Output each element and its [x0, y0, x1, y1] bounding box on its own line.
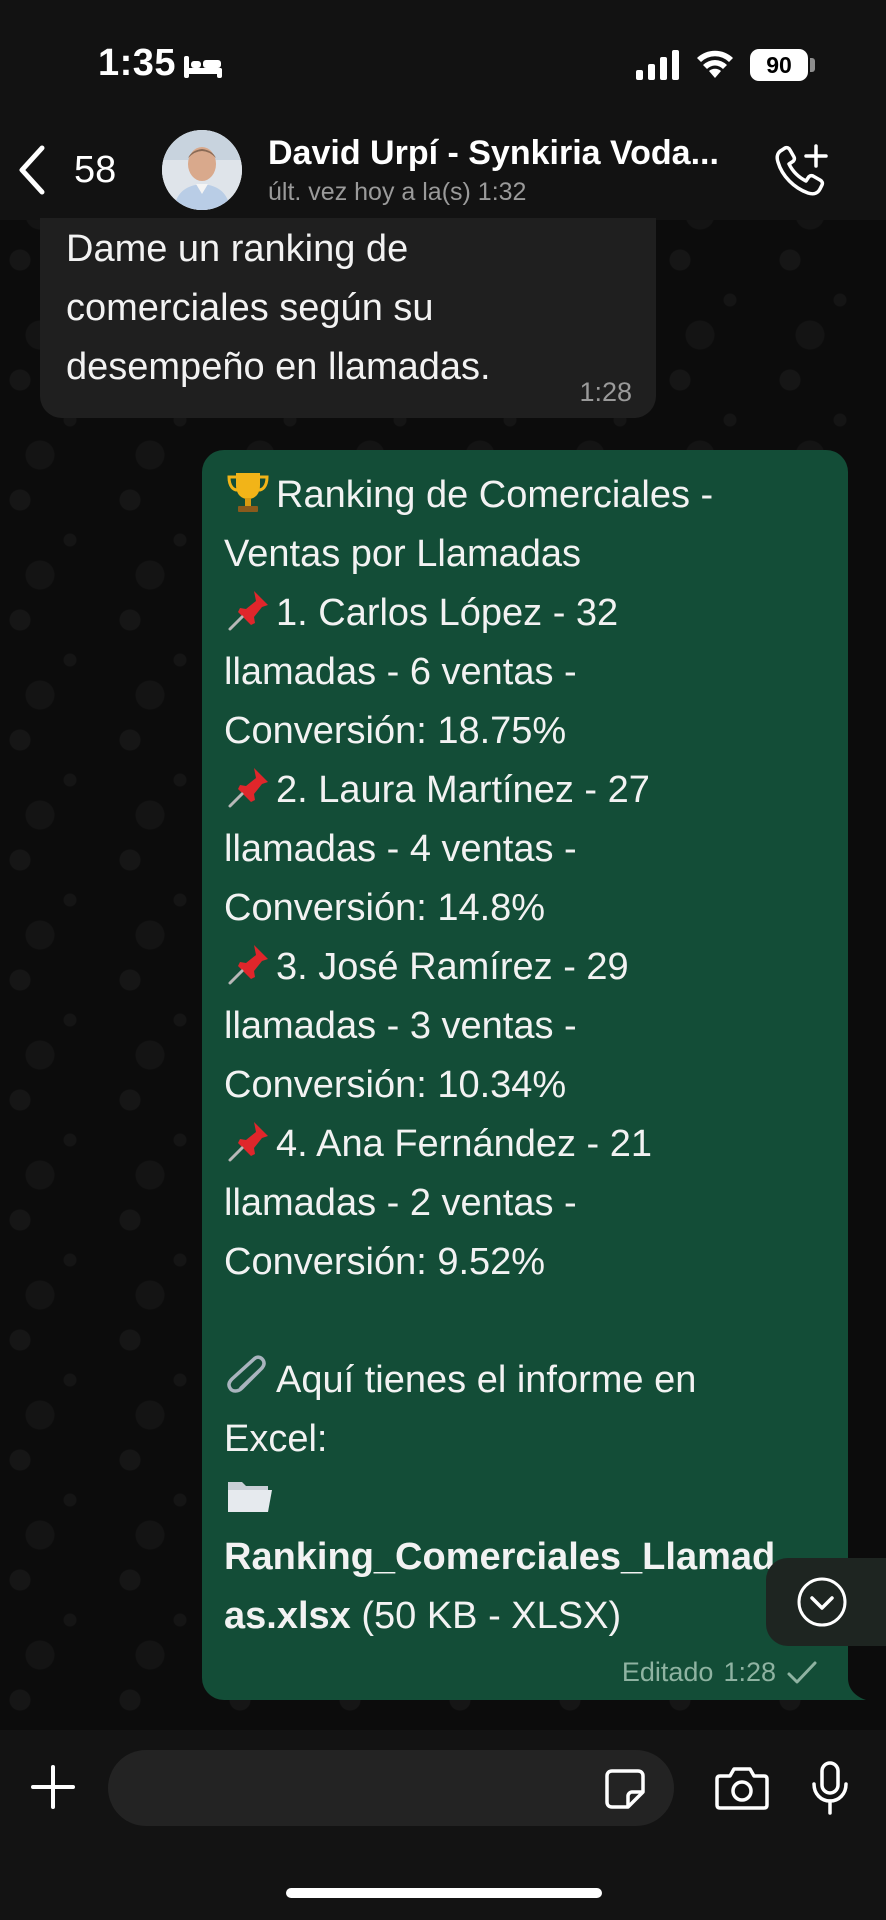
message-time: 1:28 [723, 1657, 776, 1687]
pushpin-icon [228, 1122, 268, 1162]
message-line: as.xlsx (50 KB - XLSX) [224, 1587, 826, 1646]
folder-icon [228, 1482, 272, 1512]
message-line: llamadas - 2 ventas - [224, 1174, 826, 1233]
file-info: (50 KB - XLSX) [350, 1595, 622, 1637]
message-line-text: 4. Ana Fernández - 21 [276, 1123, 653, 1165]
message-line-text: 2. Laura Martínez - 27 [276, 769, 650, 811]
message-line: Excel: [224, 1410, 826, 1469]
message-line-text: llamadas - 6 ventas - [224, 651, 577, 693]
battery-icon: 90 [750, 49, 808, 81]
sticker-icon[interactable] [604, 1768, 646, 1810]
wifi-icon [697, 50, 733, 78]
file-name[interactable]: Ranking_Comerciales_Llamad [224, 1536, 775, 1578]
pushpin-icon [228, 945, 268, 985]
status-time: 1:35 [98, 42, 177, 84]
message-time: 1:28 [579, 377, 632, 407]
message-meta: Editado 1:28 [622, 1657, 818, 1688]
message-line-text: Ranking de Comerciales - [276, 474, 714, 516]
status-bar: 1:35 90 [0, 0, 886, 120]
bed-icon [184, 56, 222, 78]
message-input[interactable] [108, 1750, 674, 1826]
message-line: 1. Carlos López - 32 [224, 584, 826, 643]
camera-icon[interactable] [714, 1764, 770, 1812]
attachment-intro: Excel: [224, 1418, 328, 1460]
plus-icon[interactable] [30, 1764, 76, 1810]
message-line: Ventas por Llamadas [224, 525, 826, 584]
message-line: Conversión: 18.75% [224, 702, 826, 761]
message-line: llamadas - 3 ventas - [224, 997, 826, 1056]
edited-label: Editado [621, 1657, 714, 1687]
message-line-text: Conversión: 18.75% [224, 710, 567, 752]
chat-header: 58 David Urpí - Synkiria Voda... últ. ve… [0, 120, 886, 220]
message-line: Ranking de Comerciales - [224, 466, 826, 525]
message-line-text: llamadas - 3 ventas - [224, 1005, 577, 1047]
last-seen: últ. vez hoy a la(s) 1:32 [268, 178, 527, 206]
scroll-down-button[interactable] [766, 1558, 886, 1646]
message-line [224, 1469, 826, 1528]
incoming-message-text: Dame un ranking de comerciales según su … [66, 228, 491, 388]
message-line: Conversión: 9.52% [224, 1233, 826, 1292]
message-line: Conversión: 14.8% [224, 879, 826, 938]
message-line-text: Conversión: 14.8% [224, 887, 546, 929]
attachment-intro: Aquí tienes el informe en [276, 1359, 697, 1401]
chevron-left-icon [19, 145, 45, 195]
signal-icon [636, 50, 679, 80]
person-icon [162, 130, 242, 210]
message-line-text: 1. Carlos López - 32 [276, 592, 619, 634]
chevron-down-circle-icon [797, 1577, 847, 1627]
outgoing-message[interactable]: Ranking de Comerciales - Ventas por Llam… [202, 450, 848, 1700]
avatar[interactable] [162, 130, 242, 210]
message-line-text: Conversión: 10.34% [224, 1064, 567, 1106]
message-line-text: llamadas - 4 ventas - [224, 828, 577, 870]
bubble-tail [840, 1678, 866, 1700]
message-line: Conversión: 10.34% [224, 1056, 826, 1115]
message-line: Aquí tienes el informe en [224, 1351, 826, 1410]
contact-name[interactable]: David Urpí - Synkiria Voda... [268, 134, 758, 173]
message-line: llamadas - 6 ventas - [224, 643, 826, 702]
message-line-text: Conversión: 9.52% [224, 1241, 546, 1283]
home-indicator [286, 1888, 602, 1898]
file-link[interactable]: Ranking_Comerciales_Llamad [224, 1528, 826, 1587]
unread-count: 58 [74, 148, 117, 191]
file-name[interactable]: as.xlsx [224, 1595, 351, 1637]
message-line-text: Ventas por Llamadas [224, 533, 582, 575]
message-line-text: llamadas - 2 ventas - [224, 1182, 577, 1224]
pushpin-icon [228, 591, 268, 631]
message-line: 4. Ana Fernández - 21 [224, 1115, 826, 1174]
paperclip-icon [227, 1355, 266, 1393]
microphone-icon[interactable] [810, 1760, 850, 1816]
trophy-icon [227, 473, 269, 512]
message-line: 3. José Ramírez - 29 [224, 938, 826, 997]
incoming-message[interactable]: Dame un ranking de comerciales según su … [40, 218, 656, 418]
message-line: llamadas - 4 ventas - [224, 820, 826, 879]
message-line-text: 3. José Ramírez - 29 [276, 946, 629, 988]
pushpin-icon [228, 768, 268, 808]
back-button[interactable]: 58 [14, 138, 134, 202]
battery-tip [810, 58, 815, 72]
check-icon [787, 1661, 817, 1683]
phone-plus-icon[interactable] [770, 140, 832, 202]
message-line: 2. Laura Martínez - 27 [224, 761, 826, 820]
